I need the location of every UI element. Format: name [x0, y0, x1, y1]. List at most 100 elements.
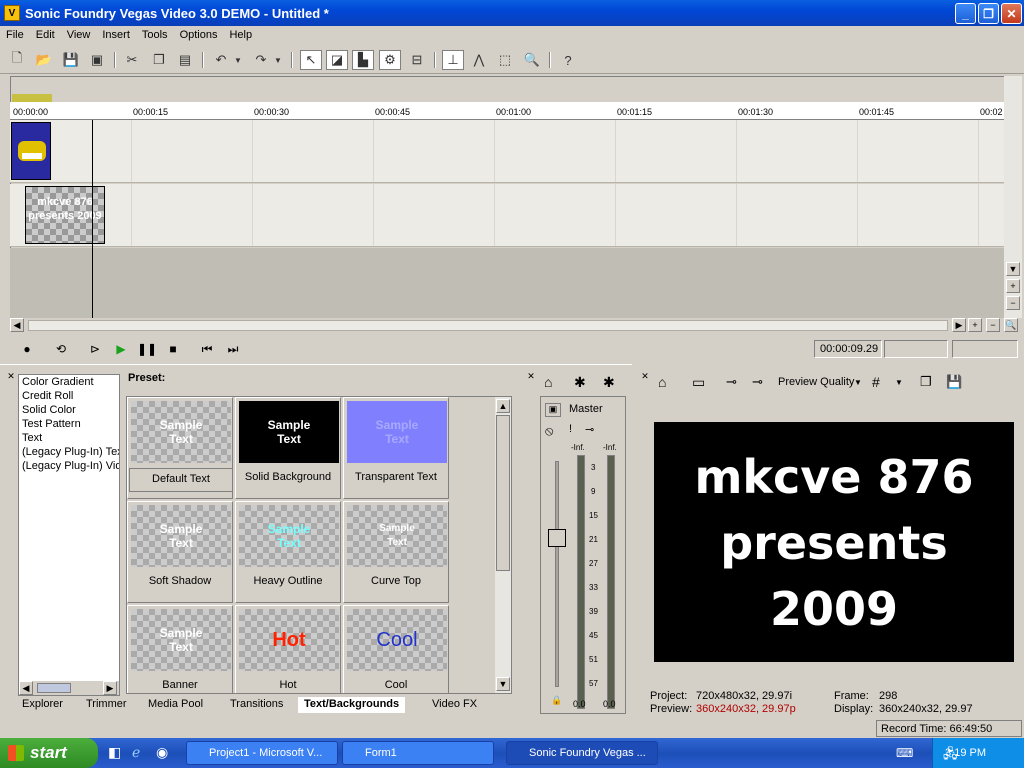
- mixer-properties-icon[interactable]: ⌂: [544, 374, 552, 390]
- play-from-start-icon[interactable]: ⊳: [86, 341, 104, 357]
- tab-text-backgrounds[interactable]: Text/Backgrounds: [298, 697, 406, 713]
- text-media-clip[interactable]: mkcve 876 presents 2009: [25, 186, 105, 244]
- save-snapshot-icon[interactable]: 💾: [946, 374, 962, 390]
- video-track-2[interactable]: mkcve 876 presents 2009: [10, 184, 1004, 247]
- stop-icon[interactable]: ■: [164, 341, 182, 357]
- zoom-tool-icon[interactable]: 🔍: [521, 50, 543, 70]
- auto-crossfade-icon[interactable]: ◪: [326, 50, 348, 70]
- taskbar-item-vegas[interactable]: Sonic Foundry Vegas ...: [506, 741, 658, 765]
- record-icon[interactable]: ●: [18, 341, 36, 357]
- scroll-right-icon[interactable]: ▶: [952, 318, 966, 332]
- scroll-down-icon[interactable]: ▼: [496, 677, 510, 691]
- redo-dropdown-icon[interactable]: ▼: [272, 50, 284, 70]
- menu-file[interactable]: File: [0, 29, 30, 41]
- copy-snapshot-icon[interactable]: ❐: [920, 374, 932, 390]
- zoom-out-horizontal-icon[interactable]: −: [986, 318, 1000, 332]
- close-button[interactable]: ✕: [1001, 3, 1022, 24]
- network-icon[interactable]: 🖧: [943, 745, 958, 767]
- cut-icon[interactable]: ✂: [121, 50, 143, 70]
- save-icon[interactable]: 💾: [60, 50, 82, 70]
- preview-quality-dropdown[interactable]: Preview Quality: [778, 376, 854, 388]
- mixer-fx-icon[interactable]: ✱: [603, 374, 615, 391]
- start-button[interactable]: start: [0, 738, 98, 768]
- overlays-grid-icon[interactable]: #: [872, 374, 880, 390]
- close-pane-icon[interactable]: ✕: [4, 369, 18, 383]
- paste-icon[interactable]: ▤: [174, 50, 196, 70]
- taskbar-item-project1[interactable]: Project1 - Microsoft V...: [186, 741, 338, 765]
- new-file-icon[interactable]: 🗋: [6, 50, 28, 70]
- split-screen-icon[interactable]: ⊸: [752, 374, 763, 390]
- tree-item[interactable]: Solid Color: [19, 403, 119, 417]
- video-track-1[interactable]: [10, 120, 1004, 183]
- preset-soft-shadow[interactable]: Sample Text Soft Shadow: [127, 501, 233, 603]
- split-tool-icon[interactable]: ⊥: [442, 50, 464, 70]
- master-bus-icon[interactable]: ▣: [545, 403, 561, 417]
- copy-icon[interactable]: ❐: [148, 50, 170, 70]
- preset-curve-top[interactable]: Sample Text Curve Top: [343, 501, 449, 603]
- chevron-down-icon[interactable]: ▼: [895, 378, 903, 387]
- loop-playback-icon[interactable]: ⟲: [52, 341, 70, 357]
- zoom-in-vertical-icon[interactable]: +: [1006, 279, 1020, 293]
- zoom-tool-horizontal-icon[interactable]: 🔍: [1004, 318, 1018, 332]
- menu-tools[interactable]: Tools: [136, 29, 174, 41]
- envelope-tool-icon[interactable]: ⋀: [468, 50, 490, 70]
- undo-dropdown-icon[interactable]: ▼: [232, 50, 244, 70]
- fx-bypass-icon[interactable]: ⊸: [585, 423, 594, 436]
- fader-lock-icon[interactable]: 🔒: [551, 695, 562, 706]
- menu-insert[interactable]: Insert: [96, 29, 136, 41]
- preset-heavy-outline[interactable]: Sample Text Heavy Outline: [235, 501, 341, 603]
- scroll-left-icon[interactable]: ◀: [19, 681, 33, 695]
- tree-item[interactable]: Credit Roll: [19, 389, 119, 403]
- zoom-out-vertical-icon[interactable]: −: [1006, 296, 1020, 310]
- preview-fx-bypass-icon[interactable]: ⊸: [726, 374, 737, 390]
- preset-cool[interactable]: Cool Cool: [343, 605, 449, 693]
- playback-cursor[interactable]: [92, 120, 93, 318]
- tree-item[interactable]: (Legacy Plug-In) Text: [19, 445, 119, 459]
- external-monitor-icon[interactable]: ▭: [692, 374, 705, 391]
- preset-solid-background[interactable]: Sample Text Solid Background: [235, 397, 341, 499]
- zoom-in-horizontal-icon[interactable]: +: [968, 318, 982, 332]
- lock-envelopes-icon[interactable]: ⚙: [379, 50, 401, 70]
- quicklaunch-explorer-icon[interactable]: ◧: [108, 744, 121, 761]
- play-icon[interactable]: ▶: [112, 341, 130, 357]
- loop-region-bar[interactable]: [12, 94, 52, 102]
- tree-horizontal-scrollbar[interactable]: ◀ ▶: [19, 681, 119, 695]
- preset-banner[interactable]: Sample Text Banner: [127, 605, 233, 693]
- maximize-button[interactable]: ❐: [978, 3, 999, 24]
- tree-item[interactable]: Test Pattern: [19, 417, 119, 431]
- vertical-scrollbar[interactable]: ▼ + −: [1004, 76, 1022, 318]
- ignore-grouping-icon[interactable]: ⊟: [406, 50, 428, 70]
- preset-default-text[interactable]: Sample Text Default Text: [127, 397, 233, 499]
- open-icon[interactable]: 📂: [33, 50, 55, 70]
- go-to-start-icon[interactable]: ⏮: [198, 341, 216, 357]
- tab-trimmer[interactable]: Trimmer: [80, 697, 133, 713]
- auto-ripple-icon[interactable]: ▙: [352, 50, 374, 70]
- preset-transparent-text[interactable]: Sample Text Transparent Text: [343, 397, 449, 499]
- empty-track-area[interactable]: [10, 248, 1004, 318]
- menu-options[interactable]: Options: [174, 29, 224, 41]
- mixer-insert-fx-icon[interactable]: ✱: [574, 374, 586, 391]
- tab-video-fx[interactable]: Video FX: [426, 697, 483, 713]
- tab-explorer[interactable]: Explorer: [16, 697, 69, 713]
- tab-transitions[interactable]: Transitions: [224, 697, 289, 713]
- scroll-up-icon[interactable]: ▲: [496, 399, 510, 413]
- help-pointer-icon[interactable]: ?: [557, 50, 579, 70]
- master-volume-fader[interactable]: [548, 529, 566, 547]
- tree-item[interactable]: Color Gradient: [19, 375, 119, 389]
- properties-icon[interactable]: ▣: [86, 50, 108, 70]
- menu-help[interactable]: Help: [223, 29, 258, 41]
- quicklaunch-media-icon[interactable]: ◉: [156, 744, 168, 761]
- close-mixer-icon[interactable]: ✕: [524, 369, 538, 383]
- tree-item[interactable]: (Legacy Plug-In) Video: [19, 459, 119, 473]
- undo-icon[interactable]: ↶: [210, 50, 232, 70]
- normal-edit-tool-icon[interactable]: ↖: [300, 50, 322, 70]
- mute-icon[interactable]: ⦸: [545, 423, 553, 439]
- tree-item-selected[interactable]: Text: [19, 431, 119, 445]
- menu-edit[interactable]: Edit: [30, 29, 61, 41]
- keyboard-icon[interactable]: ⌨: [896, 746, 913, 760]
- time-ruler[interactable]: 00:00:00 00:00:15 00:00:30 00:00:45 00:0…: [10, 102, 1004, 120]
- taskbar-item-form1[interactable]: Form1: [342, 741, 494, 765]
- chevron-down-icon[interactable]: ▼: [854, 378, 862, 387]
- video-clip-thumbnail[interactable]: [11, 122, 51, 180]
- go-to-end-icon[interactable]: ⏭: [224, 341, 242, 357]
